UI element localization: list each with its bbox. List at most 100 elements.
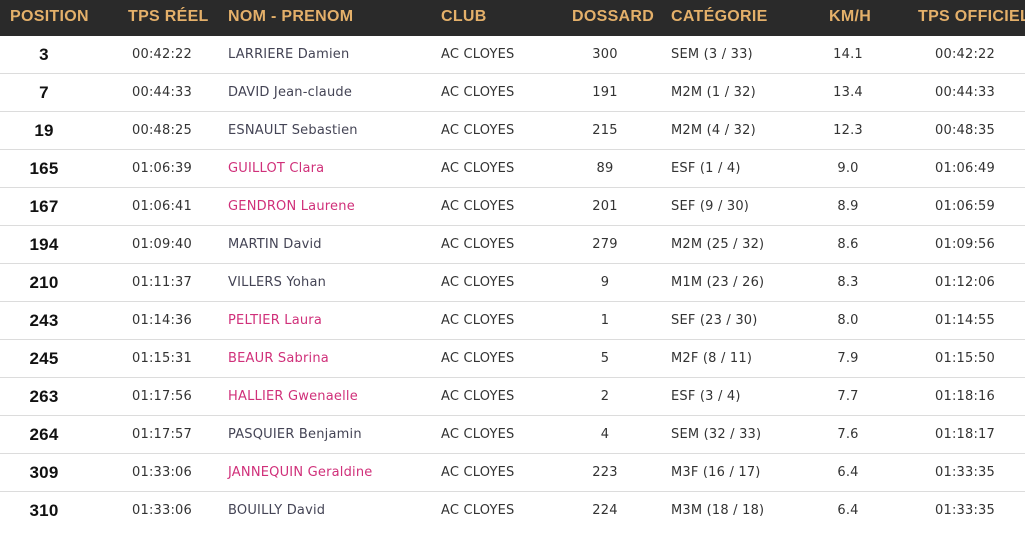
cell-dossard: 300 xyxy=(592,47,618,62)
cell-tps-officiel: 01:18:17 xyxy=(935,427,995,442)
cell-club: AC CLOYES xyxy=(441,351,515,366)
cell-tps-officiel: 01:12:06 xyxy=(935,275,995,290)
cell-tps-reel: 00:42:22 xyxy=(132,47,192,62)
header-kmh[interactable]: KM/H xyxy=(829,0,871,36)
cell-tps-reel: 01:33:06 xyxy=(132,465,192,480)
cell-dossard: 1 xyxy=(600,313,610,328)
cell-nom-prenom[interactable]: HALLIER Gwenaelle xyxy=(228,378,428,416)
table-row[interactable]: 264 01:17:57 PASQUIER Benjamin AC CLOYES 4 SE… xyxy=(0,416,1025,454)
cell-club: AC CLOYES xyxy=(441,275,515,290)
cell-tps-reel: 01:17:57 xyxy=(132,427,192,442)
cell-kmh: 7.7 xyxy=(837,389,859,404)
header-position[interactable]: POSITION xyxy=(10,0,89,36)
cell-categorie: M3F (16 / 17) xyxy=(671,465,761,480)
header-categorie[interactable]: CATÉGORIE xyxy=(671,0,768,36)
cell-dossard: 89 xyxy=(596,161,614,176)
cell-kmh: 7.6 xyxy=(837,427,859,442)
cell-dossard: 4 xyxy=(600,427,610,442)
header-nom-prenom[interactable]: NOM - PRENOM xyxy=(228,0,353,36)
cell-categorie: SEF (23 / 30) xyxy=(671,313,758,328)
cell-nom-prenom[interactable]: GUILLOT Clara xyxy=(228,150,428,188)
cell-nom-prenom[interactable]: GENDRON Laurene xyxy=(228,188,428,226)
cell-dossard: 201 xyxy=(592,199,618,214)
cell-position: 210 xyxy=(29,273,59,292)
cell-nom-prenom[interactable]: MARTIN David xyxy=(228,226,428,264)
cell-categorie: M3M (18 / 18) xyxy=(671,503,765,518)
cell-tps-officiel: 00:44:33 xyxy=(935,85,995,100)
cell-kmh: 13.4 xyxy=(833,85,863,100)
cell-nom-prenom[interactable]: PELTIER Laura xyxy=(228,302,428,340)
cell-club: AC CLOYES xyxy=(441,47,515,62)
cell-kmh: 9.0 xyxy=(837,161,859,176)
table-row[interactable]: 310 01:33:06 BOUILLY David AC CLOYES 224 M3M … xyxy=(0,492,1025,530)
cell-tps-officiel: 00:42:22 xyxy=(935,47,995,62)
cell-tps-reel: 00:44:33 xyxy=(132,85,192,100)
cell-club: AC CLOYES xyxy=(441,237,515,252)
cell-tps-officiel: 01:06:49 xyxy=(935,161,995,176)
cell-position: 3 xyxy=(39,45,49,64)
header-dossard[interactable]: DOSSARD xyxy=(572,0,654,36)
cell-club: AC CLOYES xyxy=(441,199,515,214)
cell-dossard: 279 xyxy=(592,237,618,252)
cell-tps-officiel: 01:09:56 xyxy=(935,237,995,252)
header-tps-reel[interactable]: TPS RÉEL xyxy=(128,0,209,36)
table-header: POSITION TPS RÉEL NOM - PRENOM CLUB DOSS… xyxy=(0,0,1025,36)
cell-position: 7 xyxy=(39,83,49,102)
table-row[interactable]: 210 01:11:37 VILLERS Yohan AC CLOYES 9 M1M (2… xyxy=(0,264,1025,302)
cell-tps-officiel: 00:48:35 xyxy=(935,123,995,138)
cell-dossard: 224 xyxy=(592,503,618,518)
cell-tps-reel: 01:17:56 xyxy=(132,389,192,404)
cell-categorie: SEM (3 / 33) xyxy=(671,47,753,62)
cell-kmh: 6.4 xyxy=(837,503,859,518)
table-row[interactable]: 309 01:33:06 JANNEQUIN Geraldine AC CLOYES 2… xyxy=(0,454,1025,492)
cell-categorie: M2M (1 / 32) xyxy=(671,85,756,100)
header-club[interactable]: CLUB xyxy=(441,0,487,36)
cell-categorie: M1M (23 / 26) xyxy=(671,275,765,290)
cell-tps-reel: 01:11:37 xyxy=(132,275,192,290)
cell-dossard: 9 xyxy=(600,275,610,290)
table-row[interactable]: 7 00:44:33 DAVID Jean-claude AC CLOYES 191 M2… xyxy=(0,74,1025,112)
table-row[interactable]: 243 01:14:36 PELTIER Laura AC CLOYES 1 SEF (2… xyxy=(0,302,1025,340)
cell-tps-officiel: 01:33:35 xyxy=(935,503,995,518)
cell-position: 19 xyxy=(34,121,54,140)
cell-club: AC CLOYES xyxy=(441,85,515,100)
cell-tps-officiel: 01:33:35 xyxy=(935,465,995,480)
cell-nom-prenom[interactable]: JANNEQUIN Geraldine xyxy=(228,454,428,492)
cell-position: 309 xyxy=(29,463,59,482)
cell-nom-prenom[interactable]: ESNAULT Sebastien xyxy=(228,112,428,150)
cell-categorie: M2M (4 / 32) xyxy=(671,123,756,138)
table-row[interactable]: 3 00:42:22 LARRIERE Damien AC CLOYES 300 SEM … xyxy=(0,36,1025,74)
cell-categorie: SEF (9 / 30) xyxy=(671,199,750,214)
cell-position: 263 xyxy=(29,387,59,406)
cell-dossard: 223 xyxy=(592,465,618,480)
cell-nom-prenom[interactable]: PASQUIER Benjamin xyxy=(228,416,428,454)
cell-kmh: 8.9 xyxy=(837,199,859,214)
cell-categorie: M2F (8 / 11) xyxy=(671,351,753,366)
cell-nom-prenom[interactable]: LARRIERE Damien xyxy=(228,36,428,74)
table-row[interactable]: 263 01:17:56 HALLIER Gwenaelle AC CLOYES 2 ES… xyxy=(0,378,1025,416)
cell-club: AC CLOYES xyxy=(441,313,515,328)
table-row[interactable]: 167 01:06:41 GENDRON Laurene AC CLOYES 201 SE… xyxy=(0,188,1025,226)
cell-position: 165 xyxy=(29,159,59,178)
cell-tps-officiel: 01:18:16 xyxy=(935,389,995,404)
table-row[interactable]: 165 01:06:39 GUILLOT Clara AC CLOYES 89 ESF (… xyxy=(0,150,1025,188)
cell-kmh: 7.9 xyxy=(837,351,859,366)
cell-categorie: M2M (25 / 32) xyxy=(671,237,765,252)
table-row[interactable]: 245 01:15:31 BEAUR Sabrina AC CLOYES 5 M2F (8… xyxy=(0,340,1025,378)
cell-position: 194 xyxy=(29,235,59,254)
table-row[interactable]: 194 01:09:40 MARTIN David AC CLOYES 279 M2M (… xyxy=(0,226,1025,264)
cell-dossard: 215 xyxy=(592,123,618,138)
cell-club: AC CLOYES xyxy=(441,465,515,480)
cell-kmh: 14.1 xyxy=(833,47,863,62)
header-tps-officiel[interactable]: TPS OFFICIEL xyxy=(918,0,1025,36)
table-row[interactable]: 19 00:48:25 ESNAULT Sebastien AC CLOYES 215 M… xyxy=(0,112,1025,150)
cell-club: AC CLOYES xyxy=(441,161,515,176)
cell-position: 245 xyxy=(29,349,59,368)
cell-tps-reel: 01:06:41 xyxy=(132,199,192,214)
cell-kmh: 8.0 xyxy=(837,313,859,328)
cell-nom-prenom[interactable]: BOUILLY David xyxy=(228,492,428,530)
cell-club: AC CLOYES xyxy=(441,123,515,138)
cell-nom-prenom[interactable]: DAVID Jean-claude xyxy=(228,74,428,112)
cell-nom-prenom[interactable]: VILLERS Yohan xyxy=(228,264,428,302)
cell-nom-prenom[interactable]: BEAUR Sabrina xyxy=(228,340,428,378)
